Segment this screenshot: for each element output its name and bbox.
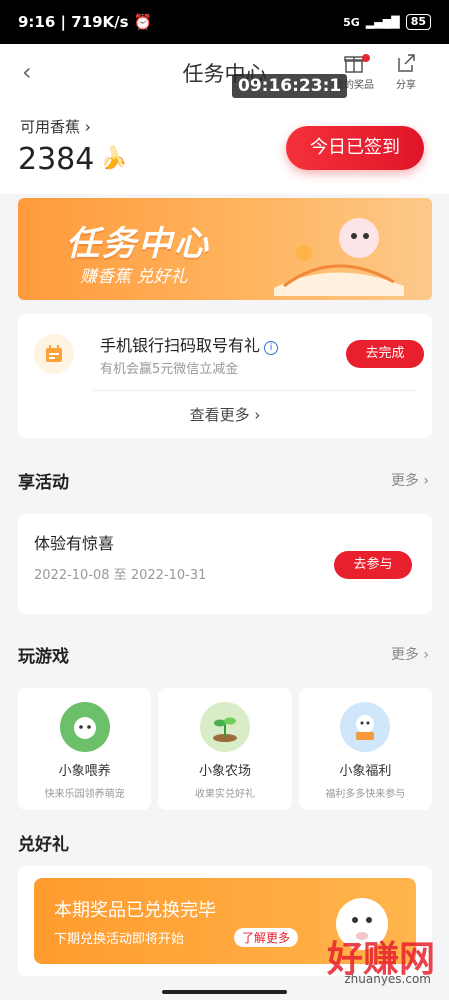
- elephant-feeding-icon: [59, 702, 110, 752]
- activity-date: 2022-10-08 至 2022-10-31: [34, 568, 207, 583]
- share-button[interactable]: 分享: [380, 52, 432, 91]
- watermark-url: zhuanyes.com: [344, 972, 431, 986]
- game-name: 小象福利: [339, 764, 392, 779]
- complete-task-button[interactable]: 去完成: [346, 340, 424, 368]
- banner-subtitle: 赚香蕉 兑好礼: [80, 267, 188, 287]
- view-more-label: 查看更多: [189, 406, 250, 424]
- games-list: 小象喂养 快来乐园领养萌宠 小象农场 收果实兑好礼 小象福利 福利多多快来参与: [18, 688, 432, 810]
- gift-subtitle: 下期兑换活动即将开始: [54, 932, 185, 947]
- info-icon[interactable]: i: [264, 341, 279, 355]
- divider: [92, 390, 416, 391]
- task-title: 手机银行扫码取号有礼 i: [100, 332, 279, 356]
- view-more-link[interactable]: 查看更多 ›: [18, 404, 432, 425]
- banner-title: 任务中心: [66, 224, 210, 264]
- signal-icon: ▂▄▆█: [365, 15, 400, 29]
- chevron-right-icon: ›: [254, 406, 261, 424]
- home-indicator: [162, 990, 287, 994]
- join-activity-button[interactable]: 去参与: [334, 551, 412, 579]
- game-card-feeding[interactable]: 小象喂养 快来乐园领养萌宠: [18, 688, 152, 810]
- activity-section-title: 享活动: [18, 473, 69, 493]
- elephant-welfare-icon: [340, 702, 391, 752]
- balance-value: 2384: [18, 142, 95, 177]
- task-card: 手机银行扫码取号有礼 i 有机会赢5元微信立减金 去完成 查看更多 ›: [18, 314, 432, 438]
- battery-indicator: 85: [405, 14, 431, 30]
- banana-balance-link[interactable]: 可用香蕉 ›: [20, 116, 91, 137]
- status-time: 9:16: [18, 13, 56, 31]
- games-section-title: 玩游戏: [18, 647, 69, 667]
- timer-overlay: 09:16:23:1: [232, 74, 348, 98]
- games-more-label: 更多: [390, 647, 419, 663]
- banana-icon: 🍌: [100, 146, 128, 171]
- sprout-icon: [199, 702, 250, 752]
- game-name: 小象农场: [198, 764, 251, 779]
- status-speed: 719K/s: [71, 13, 129, 31]
- game-desc: 福利多多快来参与: [325, 789, 406, 800]
- calendar-icon: [34, 334, 74, 374]
- game-name: 小象喂养: [58, 764, 111, 779]
- chevron-right-icon: ›: [84, 118, 91, 136]
- activity-more-label: 更多: [390, 473, 419, 489]
- notification-dot: [362, 54, 370, 62]
- signin-button[interactable]: 今日已签到: [286, 126, 424, 170]
- network-label: 5G: [343, 15, 360, 29]
- elephant-book-illustration: [274, 218, 404, 296]
- games-more-link[interactable]: 更多 ›: [391, 644, 429, 664]
- share-label: 分享: [396, 80, 416, 91]
- nav-bar: ‹ 任务中心 我的奖品 分享: [0, 44, 449, 100]
- activity-card: 体验有惊喜 2022-10-08 至 2022-10-31 去参与: [18, 514, 432, 614]
- chevron-right-icon: ›: [423, 647, 429, 663]
- alarm-icon: ⏰: [133, 13, 153, 31]
- task-title-text: 手机银行扫码取号有礼: [100, 336, 261, 355]
- game-card-farm[interactable]: 小象农场 收果实兑好礼: [158, 688, 292, 810]
- activity-title: 体验有惊喜: [34, 534, 115, 553]
- gift-title: 本期奖品已兑换完毕: [54, 900, 216, 921]
- game-desc: 快来乐园领养萌宠: [44, 789, 125, 800]
- game-desc: 收果实兑好礼: [194, 789, 255, 800]
- balance-label: 可用香蕉: [20, 118, 81, 136]
- game-card-welfare[interactable]: 小象福利 福利多多快来参与: [298, 688, 432, 810]
- status-bar: 9:16 | 719K/s ⏰ 5G ▂▄▆█ 85: [0, 0, 449, 44]
- task-center-banner[interactable]: 任务中心 赚香蕉 兑好礼: [18, 198, 432, 300]
- gift-section-title: 兑好礼: [18, 835, 69, 855]
- activity-more-link[interactable]: 更多 ›: [391, 470, 429, 490]
- task-subtitle: 有机会赢5元微信立减金: [100, 362, 239, 377]
- share-icon: [398, 54, 415, 72]
- chevron-right-icon: ›: [423, 473, 429, 489]
- learn-more-tag[interactable]: 了解更多: [234, 928, 299, 947]
